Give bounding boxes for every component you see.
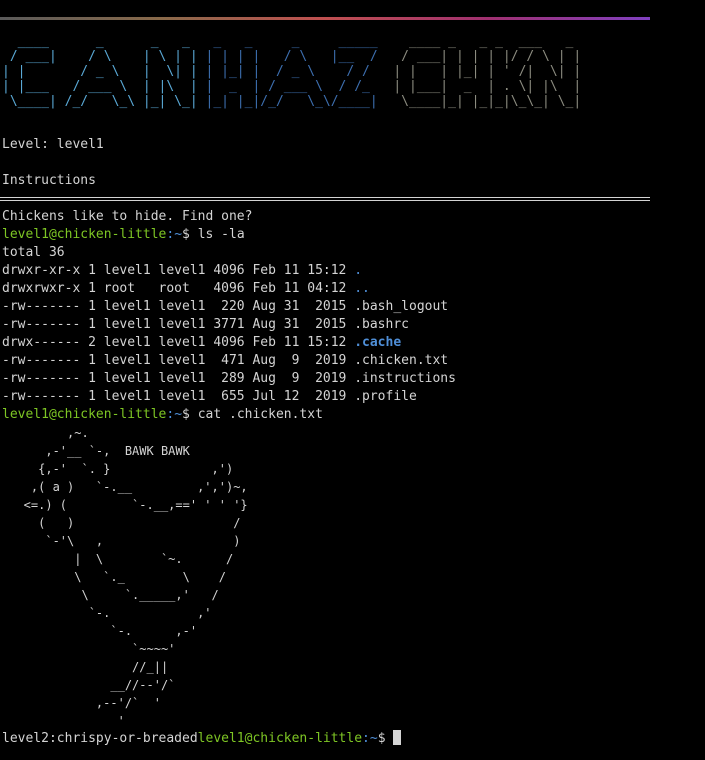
listing-filename: .bash_logout [354, 299, 449, 314]
bottom-prompt-line[interactable]: level2:chrispy-or-breadedlevel1@chicken-… [2, 730, 402, 748]
banner-haz-line: | |_| | / _ \ / / [197, 64, 386, 79]
listing-row: drwx------ 2 level1 level1 4096 Feb 11 1… [2, 335, 401, 350]
listing-filename: .bashrc [354, 317, 409, 332]
banner-haz-line: _ _ _ _____ [197, 34, 386, 49]
banner-chkn-line: \____|_| |_|_|\_\_| \_| [385, 94, 582, 109]
banner-haz-line: | _ | / ___ \ / /_ [197, 79, 386, 94]
terminal-output[interactable]: Chickens like to hide. Find one? level1@… [2, 208, 456, 424]
banner-can-line: ____ _ _ _ [2, 34, 198, 49]
listing-filename: .cache [354, 335, 402, 350]
prompt-user-host: level1@chicken-little [197, 731, 363, 746]
double-divider [0, 197, 650, 201]
listing-row: drwxr-xr-x 1 level1 level1 4096 Feb 11 1… [2, 263, 362, 278]
listing-meta: -rw------- 1 level1 level1 3771 Aug 31 2… [2, 317, 355, 332]
listing-meta: drwx------ 2 level1 level1 4096 Feb 11 1… [2, 335, 355, 350]
listing-filename: .instructions [354, 371, 456, 386]
listing-filename: .. [354, 281, 370, 296]
prompt-user-host: level1@chicken-little [2, 227, 167, 242]
listing-meta: -rw------- 1 level1 level1 655 Jul 12 20… [2, 389, 355, 404]
prompt-symbol: $ [182, 407, 198, 422]
command-cat: cat .chicken.txt [197, 407, 323, 422]
banner-haz-line: | | | | / \ |__ / [197, 49, 386, 64]
listing-row: -rw------- 1 level1 level1 3771 Aug 31 2… [2, 317, 409, 332]
listing-row: -rw------- 1 level1 level1 471 Aug 9 201… [2, 353, 448, 368]
password-output: level2:chrispy-or-breaded [2, 731, 198, 746]
terminal-cursor[interactable] [393, 730, 402, 745]
instructions-heading: Instructions [2, 173, 96, 188]
listing-meta: -rw------- 1 level1 level1 471 Aug 9 201… [2, 353, 355, 368]
listing-meta: drwxr-xr-x 1 level1 level1 4096 Feb 11 1… [2, 263, 355, 278]
chicken-ascii-art: ,~. ,-'__ `-, BAWK BAWK {,-' `. } ,') ,(… [23, 426, 248, 728]
banner-chkn-line: ____ _ _ _ ___ _ [385, 34, 582, 49]
banner-can-line: | |___ / ___ \ | |\ | [2, 79, 198, 94]
command-ls: ls -la [197, 227, 245, 242]
banner-can-line: / ___| / \ | \ | | [2, 49, 198, 64]
listing-total: total 36 [2, 245, 65, 260]
prompt-path: :~ [362, 731, 378, 746]
ascii-banner: ____ _ _ _ _ _ _ _____ ____ _ _ _ ___ _ … [2, 34, 581, 109]
listing-row: -rw------- 1 level1 level1 220 Aug 31 20… [2, 299, 448, 314]
hint-text: Chickens like to hide. Find one? [2, 209, 253, 224]
listing-filename: .profile [354, 389, 417, 404]
banner-chkn-line: / ___| | | | |/ / \ | | [385, 49, 582, 64]
prompt-user-host: level1@chicken-little [2, 407, 167, 422]
listing-row: -rw------- 1 level1 level1 655 Jul 12 20… [2, 389, 417, 404]
prompt-path: :~ [166, 227, 183, 242]
listing-filename: .chicken.txt [354, 353, 449, 368]
listing-row: -rw------- 1 level1 level1 289 Aug 9 201… [2, 371, 456, 386]
listing-filename: . [354, 263, 363, 278]
listing-rows: drwxr-xr-x 1 level1 level1 4096 Feb 11 1… [2, 263, 456, 404]
listing-row: drwxrwxr-x 1 root root 4096 Feb 11 04:12… [2, 281, 370, 296]
listing-meta: -rw------- 1 level1 level1 289 Aug 9 201… [2, 371, 355, 386]
top-gradient-bar [0, 17, 650, 20]
prompt-path: :~ [166, 407, 183, 422]
listing-meta: -rw------- 1 level1 level1 220 Aug 31 20… [2, 299, 355, 314]
banner-chkn-line: | | | |_| | ' /| \| | [385, 64, 582, 79]
listing-meta: drwxrwxr-x 1 root root 4096 Feb 11 04:12 [2, 281, 355, 296]
prompt-symbol: $ [182, 227, 198, 242]
banner-can-line: | | / _ \ | \| | [2, 64, 198, 79]
banner-haz-line: |_| |_|/_/ \_\/____| [197, 94, 386, 109]
banner-chkn-line: | |___| _ | . \| |\ | [385, 79, 582, 94]
prompt-symbol: $ [377, 731, 394, 746]
banner-can-line: \____| /_/ \_\ |_| \_| [2, 94, 198, 109]
level-label: Level: level1 [2, 137, 104, 152]
